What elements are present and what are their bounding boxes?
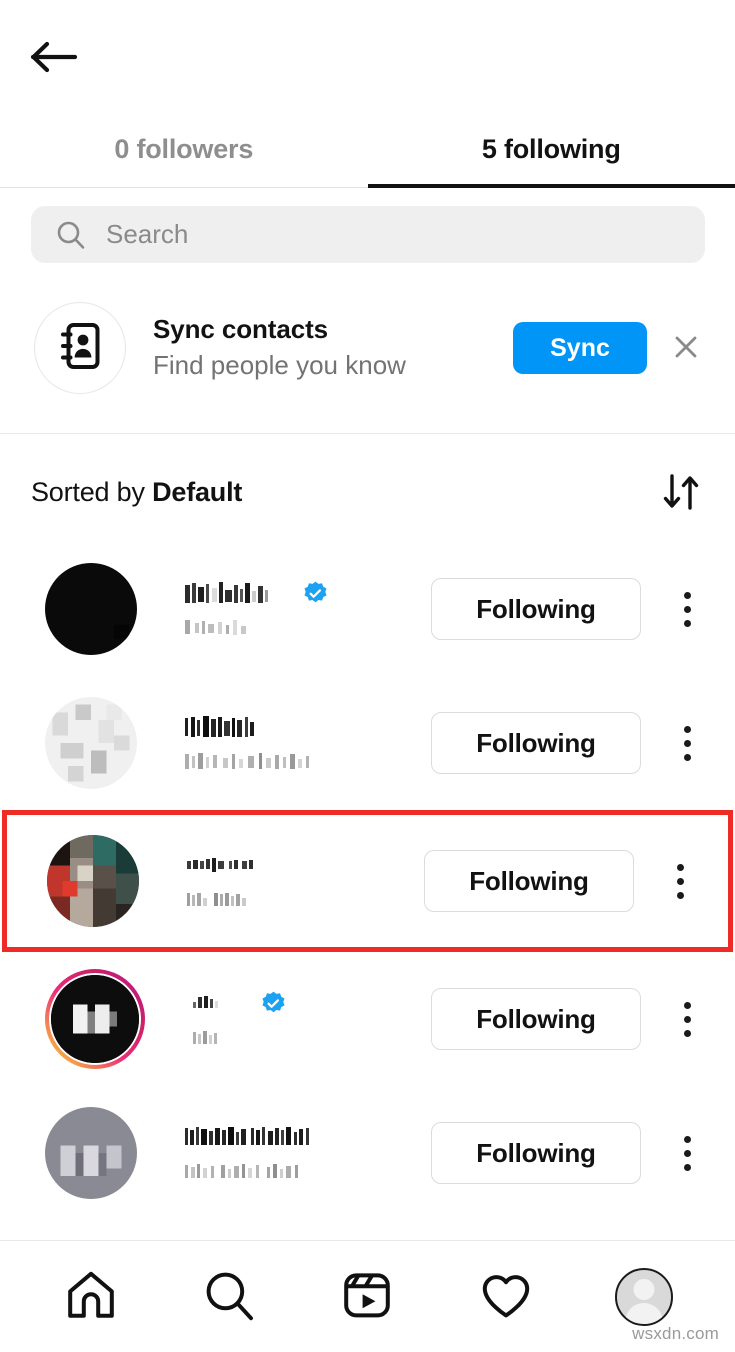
nav-activity-button[interactable] [458,1257,554,1337]
sort-prefix: Sorted by [31,476,153,507]
username-redacted [187,852,424,880]
verified-badge-icon [302,580,329,607]
dismiss-sync-button[interactable] [667,329,705,367]
username-redacted [185,1124,431,1152]
following-button[interactable]: Following [431,712,641,774]
username-redacted [185,580,431,608]
sync-contacts-avatar [34,302,126,394]
sync-contacts-title: Sync contacts [153,313,328,344]
heart-icon [478,1267,534,1326]
following-button[interactable]: Following [431,988,641,1050]
user-names [193,990,431,1049]
table-row[interactable]: Following [0,676,735,810]
username-redacted [193,990,431,1018]
contact-book-icon [57,321,103,376]
sort-value: Default [152,476,243,507]
nav-search-button[interactable] [181,1257,277,1337]
fullname-redacted [185,617,431,639]
followers-following-tabs: 0 followers 5 following [0,110,735,188]
reels-icon [339,1267,395,1326]
tab-followers[interactable]: 0 followers [0,110,368,188]
search-icon [201,1267,257,1326]
kebab-menu-icon[interactable] [669,582,705,636]
sort-label[interactable]: Sorted by Default [31,477,242,508]
kebab-menu-icon[interactable] [669,716,705,770]
table-row[interactable]: Following [0,952,735,1086]
tab-following[interactable]: 5 following [367,110,735,188]
verified-badge-icon [260,990,287,1017]
profile-avatar-icon [614,1267,673,1326]
top-bar [0,0,735,110]
avatar-with-story-ring[interactable] [45,969,145,1069]
search-input[interactable] [106,219,681,250]
watermark: wsxdn.com [632,1324,719,1343]
fullname-redacted [185,751,431,773]
following-button[interactable]: Following [424,850,634,912]
bottom-navigation-bar [0,1240,735,1352]
fullname-redacted [187,889,424,911]
table-row[interactable]: Following [0,1086,735,1220]
user-names [187,852,424,911]
user-names [185,714,431,773]
avatar[interactable] [45,1107,137,1199]
sync-contacts-subtitle: Find people you know [153,350,406,381]
sync-button[interactable]: Sync [513,322,647,374]
search-box[interactable] [31,206,705,263]
fullname-redacted [185,1161,431,1183]
avatar[interactable] [45,563,137,655]
table-row[interactable]: Following [0,542,735,676]
tab-followers-label: 0 followers [114,133,254,164]
nav-reels-button[interactable] [319,1257,415,1337]
sync-contacts-row[interactable]: Sync contacts Find people you know Sync [0,263,735,433]
avatar[interactable] [45,697,137,789]
back-button[interactable] [22,26,86,88]
avatar [49,973,141,1065]
following-button[interactable]: Following [431,1122,641,1184]
fullname-redacted [193,1027,431,1049]
kebab-menu-icon[interactable] [662,854,698,908]
tab-following-label: 5 following [481,133,621,164]
kebab-menu-icon[interactable] [669,992,705,1046]
sync-contacts-text: Sync contacts Find people you know [153,313,513,383]
sort-arrows-icon[interactable] [659,472,703,512]
close-icon [671,332,701,365]
search-icon [55,219,87,251]
search-section [0,188,735,263]
following-list-screen: 0 followers 5 following Search Sync cont… [0,0,735,1352]
user-names [185,1124,431,1183]
following-user-list: Following Following Following Following … [0,542,735,1220]
following-button[interactable]: Following [431,578,641,640]
arrow-left-icon [30,40,78,74]
table-row-highlighted[interactable]: Following [2,810,733,952]
avatar[interactable] [47,835,139,927]
home-icon [63,1267,119,1326]
nav-home-button[interactable] [43,1257,139,1337]
username-redacted [185,714,431,742]
sort-row: Sorted by Default [0,434,735,542]
user-names [185,580,431,639]
kebab-menu-icon[interactable] [669,1126,705,1180]
